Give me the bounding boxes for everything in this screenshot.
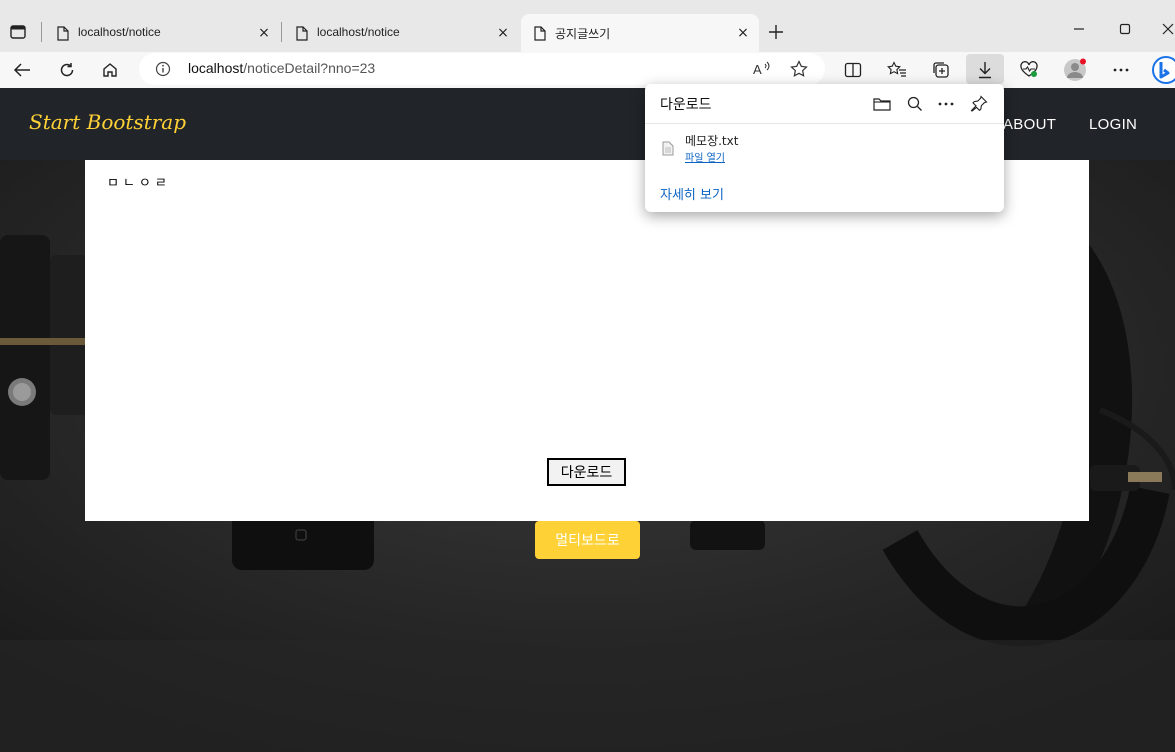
minimize-icon[interactable] [1066,18,1092,40]
close-window-icon[interactable] [1155,18,1175,40]
tab-title: localhost/notice [78,25,161,39]
split-screen-icon[interactable] [840,58,866,82]
close-tab-icon[interactable]: × [254,23,274,43]
more-icon[interactable] [936,94,956,114]
home-icon[interactable] [98,58,122,82]
collections-icon[interactable] [928,58,954,82]
download-icon[interactable] [972,58,998,82]
page-icon [295,25,309,41]
folder-icon[interactable] [872,94,892,114]
tab-title: localhost/notice [317,25,400,39]
download-button[interactable]: 다운로드 [547,458,626,486]
text-file-icon [661,140,675,156]
downloads-panel: 다운로드 메모장.txt 파일 열기 자세히 보기 [645,84,1004,212]
maximize-icon[interactable] [1112,18,1138,40]
plus-icon[interactable] [765,21,787,43]
tab-3-active[interactable]: 공지글쓰기 × [521,14,759,52]
see-more-link[interactable]: 자세히 보기 [660,184,724,203]
profile-icon[interactable] [1062,58,1088,82]
url-text[interactable]: localhost/noticeDetail?nno=23 [188,60,375,76]
tab-title: 공지글쓰기 [555,27,611,41]
back-icon[interactable] [10,58,34,82]
downloads-title: 다운로드 [660,97,712,113]
read-aloud-icon[interactable]: A [751,59,773,79]
refresh-icon[interactable] [55,58,79,82]
notice-card: ㅁㄴㅇㄹ 다운로드 [85,160,1089,521]
tab-actions-icon[interactable] [6,21,30,43]
svg-text:A: A [753,62,762,77]
search-icon[interactable] [905,94,925,114]
back-to-board-button[interactable]: 멀티보드로 [535,521,640,559]
tab-1[interactable]: localhost/notice × [44,14,280,52]
download-file-name[interactable]: 메모장.txt [685,132,738,149]
pin-icon[interactable] [969,94,989,114]
url-path: /noticeDetail?nno=23 [243,60,376,76]
open-file-link[interactable]: 파일 열기 [685,149,725,164]
divider [645,123,1004,124]
performance-icon[interactable] [1016,58,1042,82]
site-brand[interactable]: Start Bootstrap [29,110,186,134]
more-icon[interactable] [1108,58,1134,82]
page-icon [56,25,70,41]
address-bar[interactable]: localhost/noticeDetail?nno=23 A [139,53,825,85]
bing-icon[interactable] [1150,56,1175,84]
tab-strip: localhost/notice × localhost/notice × 공지… [0,0,1175,52]
page-icon [533,25,547,41]
info-icon[interactable] [155,61,171,77]
notice-content: ㅁㄴㅇㄹ [107,176,171,191]
favorites-icon[interactable] [884,58,910,82]
url-host: localhost [188,60,244,76]
nav-login[interactable]: LOGIN [1089,116,1137,133]
favorite-star-icon[interactable] [788,59,810,79]
close-tab-icon[interactable]: × [493,23,513,43]
tab-2[interactable]: localhost/notice × [283,14,519,52]
nav-about[interactable]: ABOUT [1003,116,1056,133]
close-tab-icon[interactable]: × [733,23,753,43]
